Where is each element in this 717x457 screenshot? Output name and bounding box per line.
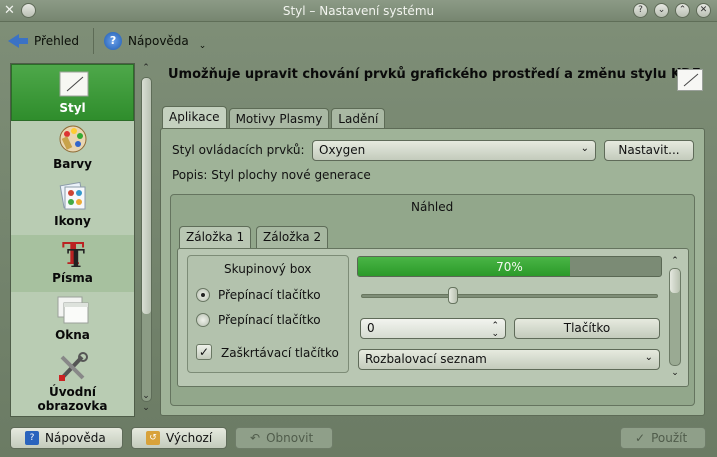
toolbar-separator	[93, 28, 95, 54]
chevron-down-icon: ⌄	[580, 143, 589, 154]
sidebar-item-colors[interactable]: Barvy	[11, 121, 134, 178]
scrollbar-thumb[interactable]	[142, 78, 151, 314]
slider-handle[interactable]	[448, 287, 459, 304]
page-headline: Umožňuje upravit chování prvků grafickéh…	[168, 67, 701, 82]
checkbox-checked[interactable]: ✓	[196, 344, 212, 360]
window-title: Styl – Nastavení systému	[282, 4, 435, 18]
apply-check-icon: ✓	[635, 431, 646, 445]
groupbox-title: Skupinový box	[224, 262, 312, 276]
spin-value: 0	[367, 321, 375, 335]
help-menu-button[interactable]: ? Nápověda ⌄	[104, 31, 206, 51]
sidebar-item-label: Ikony	[54, 214, 91, 228]
help-book-icon: ?	[25, 431, 39, 445]
tools-wrench-icon	[59, 352, 88, 381]
sidebar-item-fonts[interactable]: T T Písma	[11, 235, 134, 292]
back-arrow-icon	[8, 32, 28, 50]
sidebar-scrollbar[interactable]: ⌃ ⌄ ⌄	[139, 63, 153, 417]
preview-button[interactable]: Tlačítko	[514, 318, 660, 339]
sidebar-item-label: Barvy	[53, 157, 92, 171]
scroll-down-icon[interactable]: ⌄	[139, 403, 153, 417]
apply-button[interactable]: ✓ Použít	[620, 427, 706, 449]
slider-track[interactable]	[361, 294, 658, 298]
colors-palette-icon	[59, 125, 87, 153]
widget-style-combo[interactable]: Oxygen ⌄	[312, 140, 596, 161]
defaults-button[interactable]: ↺ Výchozí	[131, 427, 227, 449]
configure-button[interactable]: Nastavit...	[604, 140, 694, 161]
minimize-icon[interactable]: ⌄	[654, 3, 669, 18]
sidebar-item-windows[interactable]: Okna	[11, 292, 134, 349]
sidebar-item-label: Okna	[55, 328, 90, 342]
category-sidebar: Styl Barvy Ikony T T Písma Okna Úvodní o…	[10, 63, 135, 417]
defaults-button-label: Výchozí	[166, 431, 213, 445]
settings-window: ✕ Styl – Nastavení systému ? ⌄ ⌃ ✕ Přehl…	[0, 0, 717, 457]
style-description: Popis: Styl plochy nové generace	[172, 168, 371, 182]
widget-style-label: Styl ovládacích prvků:	[172, 143, 305, 157]
sidebar-item-splash[interactable]: Úvodní obrazovka	[11, 349, 134, 416]
fonts-icon: T T	[62, 237, 85, 270]
scroll-up-icon[interactable]: ⌃	[139, 63, 153, 77]
scrollbar-track[interactable]	[669, 268, 681, 366]
chevron-down-icon: ⌄	[644, 352, 653, 363]
style-icon	[677, 69, 703, 91]
spin-arrows-icon[interactable]: ⌃ ⌄	[491, 322, 499, 339]
help-label: Nápověda	[128, 34, 189, 48]
svg-text:T: T	[67, 244, 85, 270]
dropdown-value: Rozbalovací seznam	[365, 352, 487, 366]
help-button-label: Nápověda	[45, 431, 106, 445]
progress-text: 70%	[496, 260, 523, 274]
tab-plasma-themes[interactable]: Motivy Plasmy	[228, 108, 330, 129]
scrollbar-thumb[interactable]	[670, 269, 680, 293]
windows-icon	[57, 296, 89, 324]
preview-tab-2[interactable]: Záložka 2	[256, 226, 329, 248]
help-button[interactable]: ? Nápověda	[10, 427, 123, 449]
reset-button[interactable]: ↶ Obnovit	[235, 427, 333, 449]
help-icon[interactable]: ?	[633, 3, 648, 18]
apply-button-label: Použít	[651, 431, 688, 445]
preview-tab-1[interactable]: Záložka 1	[179, 226, 252, 248]
preview-scrollbar[interactable]: ⌃ ⌄	[668, 256, 682, 380]
radio-button[interactable]	[196, 313, 210, 327]
scrollbar-track[interactable]	[141, 77, 152, 402]
sidebar-item-label: Úvodní obrazovka	[37, 385, 108, 413]
icons-cards-icon	[59, 181, 86, 210]
scroll-down-icon[interactable]: ⌄	[668, 368, 682, 378]
widget-style-value: Oxygen	[319, 143, 366, 157]
sidebar-item-label: Styl	[59, 101, 86, 115]
radio-button-checked[interactable]	[196, 288, 210, 302]
preview-title: Náhled	[411, 200, 454, 214]
radio-label: Přepínací tlačítko	[218, 313, 321, 327]
scroll-up-icon[interactable]: ⌃	[668, 256, 682, 266]
tab-tuning[interactable]: Ladění	[331, 108, 386, 129]
sidebar-item-icons[interactable]: Ikony	[11, 178, 134, 235]
title-bar[interactable]: ✕ Styl – Nastavení systému ? ⌄ ⌃ ✕	[0, 0, 717, 22]
defaults-icon: ↺	[146, 431, 160, 445]
help-circle-icon: ?	[104, 32, 123, 50]
toolbar: Přehled ? Nápověda ⌄	[0, 23, 717, 59]
checkbox-label: Zaškrtávací tlačítko	[221, 346, 339, 360]
overview-button[interactable]: Přehled	[8, 32, 79, 50]
close-icon[interactable]: ✕	[696, 3, 711, 18]
preview-dropdown[interactable]: Rozbalovací seznam ⌄	[358, 349, 660, 370]
main-tabs: Aplikace Motivy Plasmy Ladění	[162, 106, 387, 129]
style-icon	[59, 71, 89, 97]
reset-icon: ↶	[250, 431, 261, 445]
maximize-icon[interactable]: ⌃	[675, 3, 690, 18]
spin-box[interactable]: 0 ⌃ ⌄	[360, 318, 506, 339]
dropdown-caret-icon: ⌄	[198, 41, 207, 51]
reset-button-label: Obnovit	[266, 431, 314, 445]
sidebar-item-style[interactable]: Styl	[11, 64, 134, 121]
tab-applications[interactable]: Aplikace	[162, 106, 227, 129]
sidebar-item-label: Písma	[52, 271, 93, 285]
progress-bar: 70%	[357, 256, 662, 277]
overview-label: Přehled	[34, 34, 80, 48]
radio-label: Přepínací tlačítko	[218, 288, 321, 302]
dialog-buttons: ? Nápověda ↺ Výchozí ↶ Obnovit ✓ Použít	[0, 424, 717, 452]
